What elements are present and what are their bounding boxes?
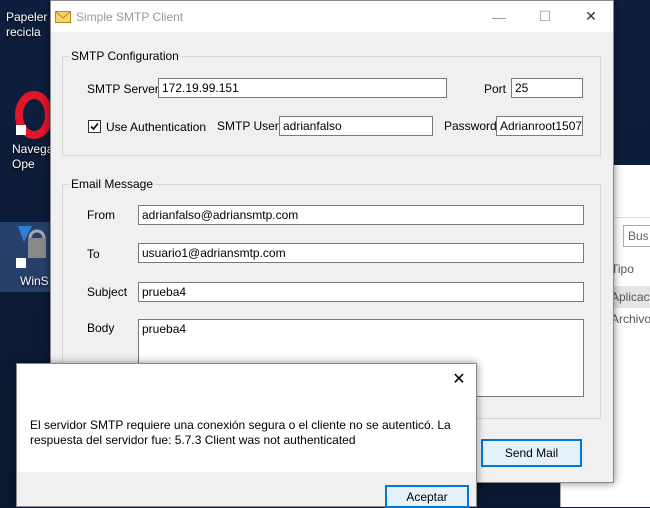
smtp-user-label: SMTP User (217, 119, 279, 133)
smtp-server-input[interactable]: 172.19.99.151 (158, 78, 447, 98)
smtp-configuration-group: SMTP Configuration SMTP Server 172.19.99… (62, 49, 601, 156)
send-mail-button[interactable]: Send Mail (481, 439, 582, 467)
list-item-file[interactable]: Archivo (611, 312, 650, 326)
use-authentication-label[interactable]: Use Authentication (106, 120, 206, 134)
password-input[interactable]: Adrianroot1507 (496, 116, 583, 136)
use-authentication-checkbox[interactable] (88, 120, 101, 133)
error-message-dialog: ✕ El servidor SMTP requiere una conexión… (16, 363, 477, 508)
minimize-button[interactable]: — (476, 1, 522, 32)
desktop-icon-label: WinS (20, 274, 49, 288)
to-label: To (87, 247, 100, 261)
winscp-desktop-icon[interactable]: WinS (0, 222, 50, 292)
password-label: Password (444, 119, 497, 133)
body-label: Body (87, 321, 115, 335)
error-message-text: El servidor SMTP requiere una conexión s… (30, 418, 451, 447)
from-input[interactable]: adrianfalso@adriansmtp.com (138, 205, 584, 225)
shortcut-arrow-icon (16, 125, 26, 135)
background-search-input[interactable]: Bus (623, 225, 650, 247)
from-label: From (87, 208, 115, 222)
close-button[interactable]: ✕ (568, 1, 614, 32)
recycle-bin-desktop-icon[interactable]: Papeler recicla (0, 0, 50, 40)
smtp-user-input[interactable]: adrianfalso (279, 116, 433, 136)
title-bar[interactable]: Simple SMTP Client — ☐ ✕ (51, 1, 613, 32)
subject-input[interactable]: prueba4 (138, 282, 584, 302)
envelope-icon (55, 11, 71, 23)
to-input[interactable]: usuario1@adriansmtp.com (138, 243, 584, 263)
accept-button[interactable]: Aceptar (385, 485, 469, 508)
shortcut-arrow-icon (16, 258, 26, 268)
desktop-icon-label: Navega Ope (12, 142, 54, 171)
group-title: SMTP Configuration (69, 49, 181, 63)
window-title: Simple SMTP Client (76, 10, 184, 24)
message-area: ✕ El servidor SMTP requiere una conexión… (17, 364, 476, 472)
list-item-app[interactable]: Aplicac (611, 290, 650, 304)
close-icon[interactable]: ✕ (444, 365, 474, 393)
desktop-icon-label: Papeler recicla (6, 10, 48, 39)
opera-browser-desktop-icon[interactable]: Navega Ope (0, 85, 54, 175)
group-title: Email Message (69, 177, 156, 191)
smtp-server-label: SMTP Server (87, 82, 159, 96)
column-header-type[interactable]: Tipo (611, 262, 634, 276)
port-label: Port (484, 82, 507, 96)
subject-label: Subject (87, 285, 128, 299)
maximize-button[interactable]: ☐ (522, 1, 568, 32)
checkmark-icon (90, 122, 99, 131)
port-input[interactable]: 25 (511, 78, 583, 98)
